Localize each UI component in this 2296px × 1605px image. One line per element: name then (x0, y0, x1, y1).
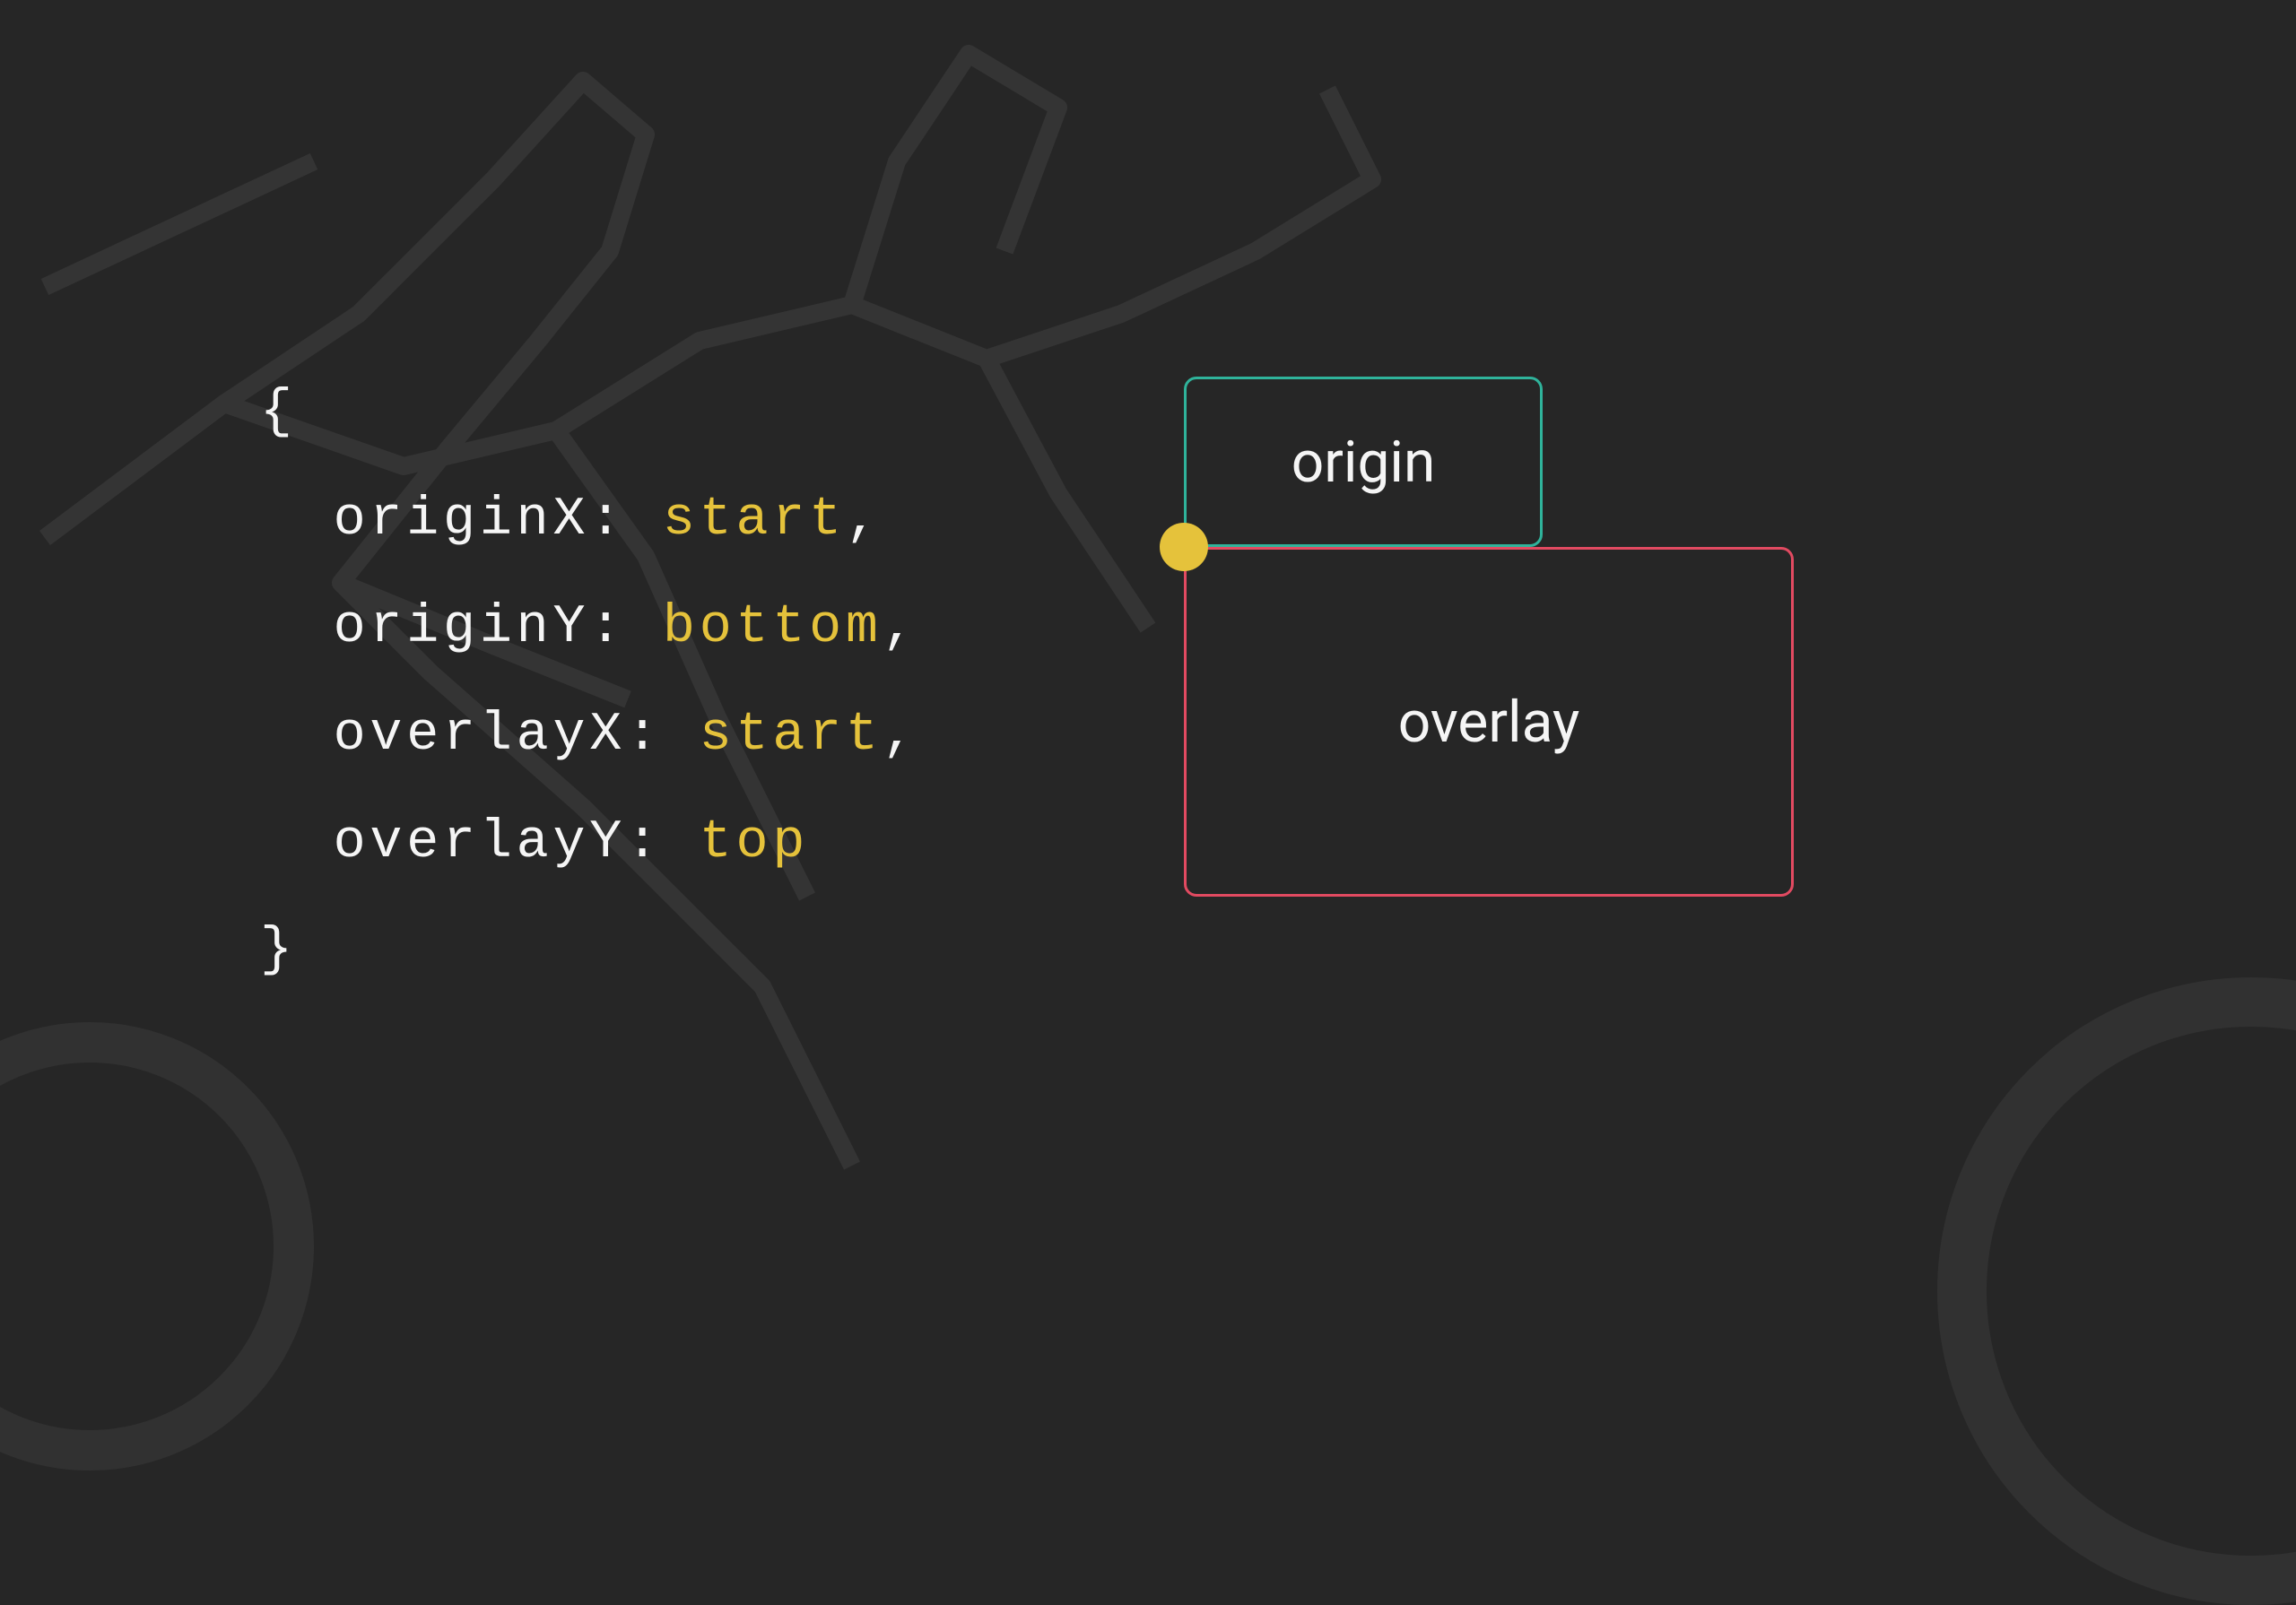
code-key: overlayX (334, 705, 626, 766)
code-value: start (700, 705, 883, 766)
code-key: overlayY (334, 812, 626, 873)
brace-open: { (260, 382, 297, 443)
code-snippet: { originX: start, originY: bottom, overl… (260, 359, 919, 1004)
origin-box: origin (1184, 377, 1543, 547)
code-value: bottom (663, 597, 883, 658)
overlay-box: overlay (1184, 547, 1794, 897)
anchor-point-icon (1160, 523, 1208, 571)
code-key: originY (334, 597, 590, 658)
decorative-arc-bottom-left (0, 1022, 314, 1471)
code-key: originX (334, 490, 590, 551)
overlay-label: overlay (1398, 689, 1579, 756)
origin-label: origin (1292, 429, 1436, 496)
code-value: start (663, 490, 846, 551)
code-value: top (700, 812, 809, 873)
brace-close: } (260, 920, 297, 981)
decorative-arc-bottom-right (1937, 977, 2296, 1605)
